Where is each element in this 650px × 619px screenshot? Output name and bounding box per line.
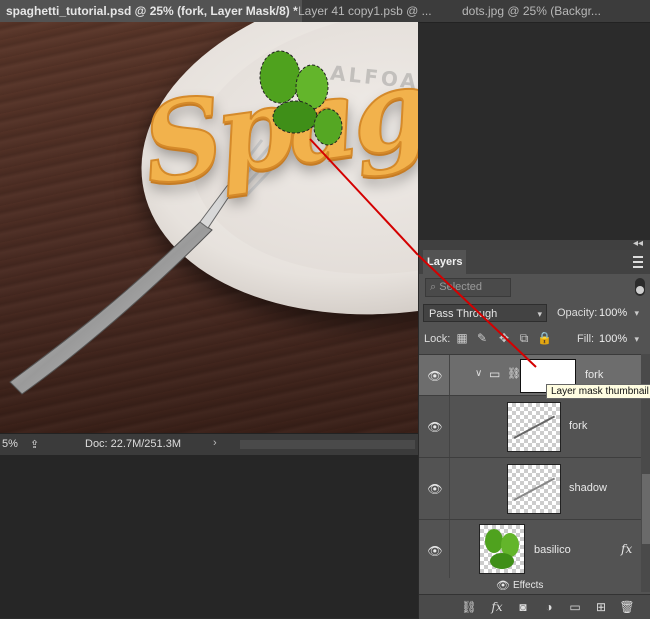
status-menu-arrow-icon[interactable]: › xyxy=(213,437,217,449)
eye-icon[interactable]: 👁 xyxy=(427,420,443,434)
layer-thumbnail[interactable] xyxy=(507,402,561,452)
drag-line xyxy=(309,138,418,256)
eye-icon[interactable]: 👁 xyxy=(427,482,443,496)
layer-thumbnail[interactable] xyxy=(479,524,525,574)
tab-spaghetti-tutorial[interactable]: spaghetti_tutorial.psd @ 25% (fork, Laye… xyxy=(0,0,302,22)
new-group-icon[interactable]: ▭ xyxy=(567,599,583,615)
tab-layer-41-copy1[interactable]: Layer 41 copy1.psb @ ... xyxy=(292,0,466,22)
add-layer-style-icon[interactable]: fx xyxy=(489,599,505,615)
opacity-value: 100% xyxy=(599,307,628,319)
fill-value: 100% xyxy=(599,333,628,345)
chevron-down-icon: ▾ xyxy=(634,308,639,318)
effects-label: Effects xyxy=(513,580,544,591)
eye-separator xyxy=(449,520,450,578)
panel-header: ◂◂ xyxy=(419,238,650,250)
drag-line-continuation xyxy=(418,255,537,368)
eye-icon[interactable]: 👁 xyxy=(427,544,443,558)
tab-label: dots.jpg @ 25% (Backgr... xyxy=(462,4,601,18)
eye-separator xyxy=(449,458,450,519)
eye-separator xyxy=(449,396,450,457)
basil-thumb-image xyxy=(485,529,519,569)
workspace-empty-area xyxy=(0,455,418,618)
eye-icon[interactable]: 👁 xyxy=(495,579,511,592)
layer-row-effects[interactable]: 👁 Effects xyxy=(419,578,641,593)
fill-label: Fill: xyxy=(577,333,595,345)
fork-shape xyxy=(513,415,556,439)
tab-label: Layer 41 copy1.psb @ ... xyxy=(298,4,432,18)
layer-row-basilico[interactable]: 👁 basilico fx xyxy=(419,520,641,578)
filter-toggle[interactable] xyxy=(635,278,645,296)
horizontal-scrollbar[interactable] xyxy=(240,440,415,449)
layer-name[interactable]: shadow xyxy=(569,482,607,494)
fx-icon[interactable]: fx xyxy=(621,542,632,556)
export-icon[interactable]: ⇪ xyxy=(30,438,39,451)
panel-menu-icon[interactable] xyxy=(633,256,643,268)
opacity-label: Opacity: xyxy=(557,307,598,319)
layer-row-fork[interactable]: 👁 fork xyxy=(419,396,641,458)
status-bar: 5% ⇪ Doc: 22.7M/251.3M › xyxy=(0,433,418,456)
layer-name[interactable]: fork xyxy=(569,420,587,432)
tab-dots[interactable]: dots.jpg @ 25% (Backgr... xyxy=(456,0,650,22)
new-layer-icon[interactable]: ⊞ xyxy=(593,599,609,615)
delete-layer-icon[interactable]: 🗑 xyxy=(619,599,635,615)
doc-size: Doc: 22.7M/251.3M xyxy=(85,438,181,450)
scrollbar-thumb[interactable] xyxy=(642,474,650,544)
shadow-shape xyxy=(513,477,556,501)
opacity-input[interactable]: 100% ▾ xyxy=(599,305,645,321)
link-layers-icon[interactable]: ⛓ xyxy=(461,599,477,615)
zoom-level[interactable]: 5% xyxy=(2,438,18,450)
add-mask-icon[interactable]: ◙ xyxy=(515,599,531,615)
tab-label: spaghetti_tutorial.psd @ 25% (fork, Laye… xyxy=(6,4,298,18)
chevron-down-icon: ▾ xyxy=(634,334,639,344)
document-tab-bar: spaghetti_tutorial.psd @ 25% (fork, Laye… xyxy=(0,0,650,23)
layer-name[interactable]: basilico xyxy=(534,544,571,556)
collapse-panel-icon[interactable]: ◂◂ xyxy=(633,238,643,249)
fill-input[interactable]: 100% ▾ xyxy=(599,331,645,347)
layer-thumbnail[interactable] xyxy=(507,464,561,514)
layer-row-shadow[interactable]: 👁 shadow xyxy=(419,458,641,520)
layers-bottom-toolbar: ⛓ fx ◙ ◑ ▭ ⊞ 🗑 xyxy=(419,594,650,619)
layer-mask-tooltip: Layer mask thumbnail xyxy=(546,384,650,399)
adjustment-layer-icon[interactable]: ◑ xyxy=(541,599,557,615)
document-canvas[interactable]: ALFOART Spaghetti xyxy=(0,22,418,433)
layer-name[interactable]: fork xyxy=(585,369,603,381)
